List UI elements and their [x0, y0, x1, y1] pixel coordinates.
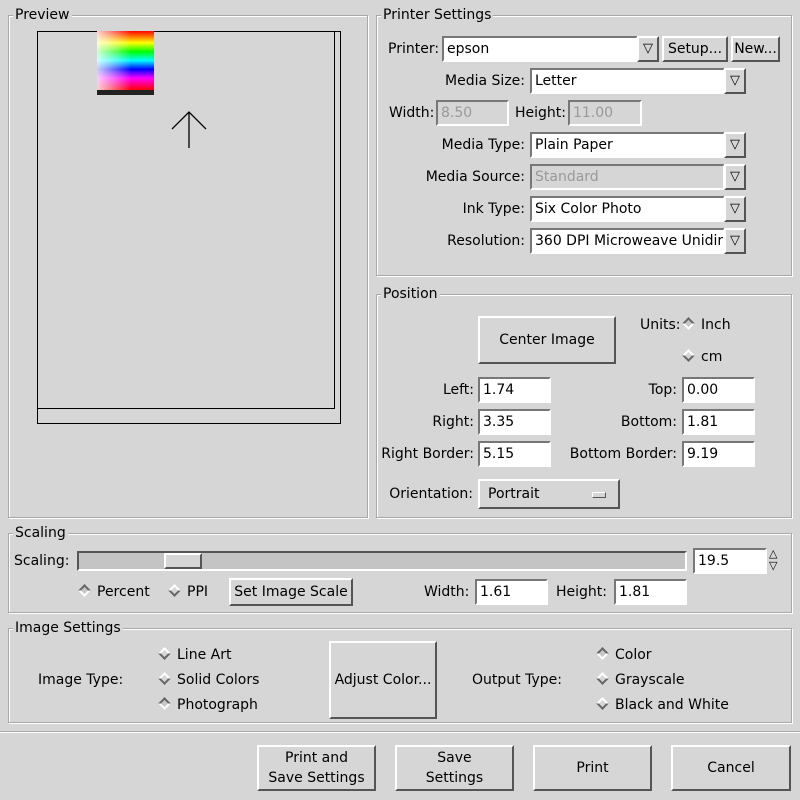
- media-size-label: Media Size:: [445, 73, 525, 89]
- radio-selected-icon: [78, 584, 91, 597]
- radio-unselected-icon: [596, 697, 609, 710]
- radio-selected-icon: [682, 317, 695, 330]
- printer-dropdown-arrow-icon[interactable]: ▽: [637, 36, 659, 62]
- percent-label: Percent: [97, 584, 150, 600]
- scaling-spin-buttons[interactable]: △ ▽: [769, 548, 777, 572]
- photograph-label: Photograph: [177, 697, 258, 713]
- grayscale-label: Grayscale: [615, 672, 685, 688]
- unit-inch-radio[interactable]: Inch: [680, 315, 731, 335]
- black-and-white-radio[interactable]: Black and White: [594, 695, 729, 715]
- bottom-input[interactable]: 1.81: [682, 409, 755, 435]
- image-settings-title: Image Settings: [13, 619, 123, 637]
- left-input[interactable]: 1.74: [478, 377, 551, 403]
- ppi-label: PPI: [187, 584, 209, 600]
- scaling-title: Scaling: [13, 524, 68, 542]
- scaling-slider[interactable]: [77, 551, 687, 571]
- bottom-label: Bottom:: [620, 414, 677, 430]
- media-size-input[interactable]: Letter: [530, 68, 725, 94]
- position-title: Position: [381, 285, 440, 303]
- option-menu-indicator-icon: [592, 492, 606, 498]
- black-and-white-label: Black and White: [615, 697, 729, 713]
- media-size-dropdown-arrow-icon[interactable]: ▽: [724, 68, 746, 94]
- radio-selected-icon: [596, 647, 609, 660]
- ppi-radio[interactable]: PPI: [166, 582, 208, 602]
- adjust-color-button[interactable]: Adjust Color...: [329, 641, 437, 719]
- photograph-radio[interactable]: Photograph: [156, 695, 258, 715]
- percent-radio[interactable]: Percent: [76, 582, 150, 602]
- media-type-dropdown-arrow-icon[interactable]: ▽: [724, 132, 746, 158]
- units-label: Units:: [640, 317, 681, 333]
- print-button[interactable]: Print: [533, 745, 652, 791]
- orientation-arrow-icon: [171, 111, 207, 148]
- resolution-dropdown-arrow-icon[interactable]: ▽: [724, 228, 746, 254]
- image-type-label: Image Type:: [38, 672, 124, 688]
- image-height-input[interactable]: 1.81: [614, 579, 687, 605]
- radio-unselected-icon: [682, 349, 695, 362]
- orientation-value: Portrait: [488, 486, 540, 502]
- media-type-label: Media Type:: [441, 137, 525, 153]
- line-art-label: Line Art: [177, 647, 232, 663]
- print-and-save-button[interactable]: Print and Save Settings: [257, 745, 376, 791]
- left-label: Left:: [442, 382, 474, 398]
- printable-area: [37, 31, 335, 409]
- setup-button[interactable]: Setup...: [662, 36, 728, 62]
- right-input[interactable]: 3.35: [478, 409, 551, 435]
- top-label: Top:: [648, 382, 677, 398]
- radio-unselected-icon: [158, 647, 171, 660]
- save-settings-button[interactable]: Save Settings: [395, 745, 514, 791]
- grayscale-radio[interactable]: Grayscale: [594, 670, 685, 690]
- media-type-input[interactable]: Plain Paper: [530, 132, 725, 158]
- printer-label: Printer:: [388, 41, 440, 57]
- resolution-label: Resolution:: [447, 233, 525, 249]
- line-art-radio[interactable]: Line Art: [156, 645, 231, 665]
- color-radio[interactable]: Color: [594, 645, 652, 665]
- radio-selected-icon: [158, 697, 171, 710]
- paper-width-input: 8.50: [436, 100, 509, 126]
- solid-colors-radio[interactable]: Solid Colors: [156, 670, 259, 690]
- bottom-border-label: Bottom Border:: [569, 446, 677, 462]
- spin-down-icon[interactable]: ▽: [769, 560, 777, 572]
- media-source-label: Media Source:: [425, 169, 525, 185]
- right-border-input[interactable]: 5.15: [478, 441, 551, 467]
- right-label: Right:: [432, 414, 474, 430]
- new-printer-button[interactable]: New...: [731, 36, 780, 62]
- right-border-label: Right Border:: [381, 446, 474, 462]
- media-source-dropdown-arrow-icon[interactable]: ▽: [724, 164, 746, 190]
- center-image-button[interactable]: Center Image: [478, 316, 616, 364]
- scaling-value-input[interactable]: 19.5: [693, 548, 767, 574]
- resolution-input[interactable]: 360 DPI Microweave Unidirectional: [530, 228, 725, 254]
- orientation-option-menu[interactable]: Portrait: [478, 479, 620, 509]
- unit-cm-label: cm: [701, 349, 723, 365]
- width-label: Width:: [389, 105, 435, 121]
- orientation-label: Orientation:: [389, 486, 473, 502]
- ink-type-dropdown-arrow-icon[interactable]: ▽: [724, 196, 746, 222]
- image-width-input[interactable]: 1.61: [475, 579, 548, 605]
- scaling-label: Scaling:: [14, 553, 70, 569]
- radio-unselected-icon: [158, 672, 171, 685]
- output-type-label: Output Type:: [472, 672, 562, 688]
- top-input[interactable]: 0.00: [682, 377, 755, 403]
- height-label: Height:: [515, 105, 566, 121]
- set-image-scale-button[interactable]: Set Image Scale: [229, 578, 353, 606]
- image-height-label: Height:: [556, 584, 607, 600]
- ink-type-label: Ink Type:: [462, 201, 525, 217]
- media-source-input: Standard: [530, 164, 725, 190]
- slider-thumb[interactable]: [164, 553, 203, 569]
- image-width-label: Width:: [424, 584, 470, 600]
- bottom-border-input[interactable]: 9.19: [682, 441, 755, 467]
- radio-unselected-icon: [168, 584, 181, 597]
- cancel-button[interactable]: Cancel: [671, 745, 791, 791]
- unit-inch-label: Inch: [701, 317, 731, 333]
- image-preview-thumbnail[interactable]: [97, 31, 154, 95]
- ink-type-input[interactable]: Six Color Photo: [530, 196, 725, 222]
- solid-colors-label: Solid Colors: [177, 672, 260, 688]
- printer-settings-title: Printer Settings: [381, 6, 494, 24]
- radio-unselected-icon: [596, 672, 609, 685]
- color-label: Color: [615, 647, 652, 663]
- paper-height-input: 11.00: [568, 100, 642, 126]
- unit-cm-radio[interactable]: cm: [680, 347, 722, 367]
- printer-combo-input[interactable]: epson: [442, 36, 638, 62]
- preview-title: Preview: [13, 6, 72, 24]
- separator: [0, 731, 800, 733]
